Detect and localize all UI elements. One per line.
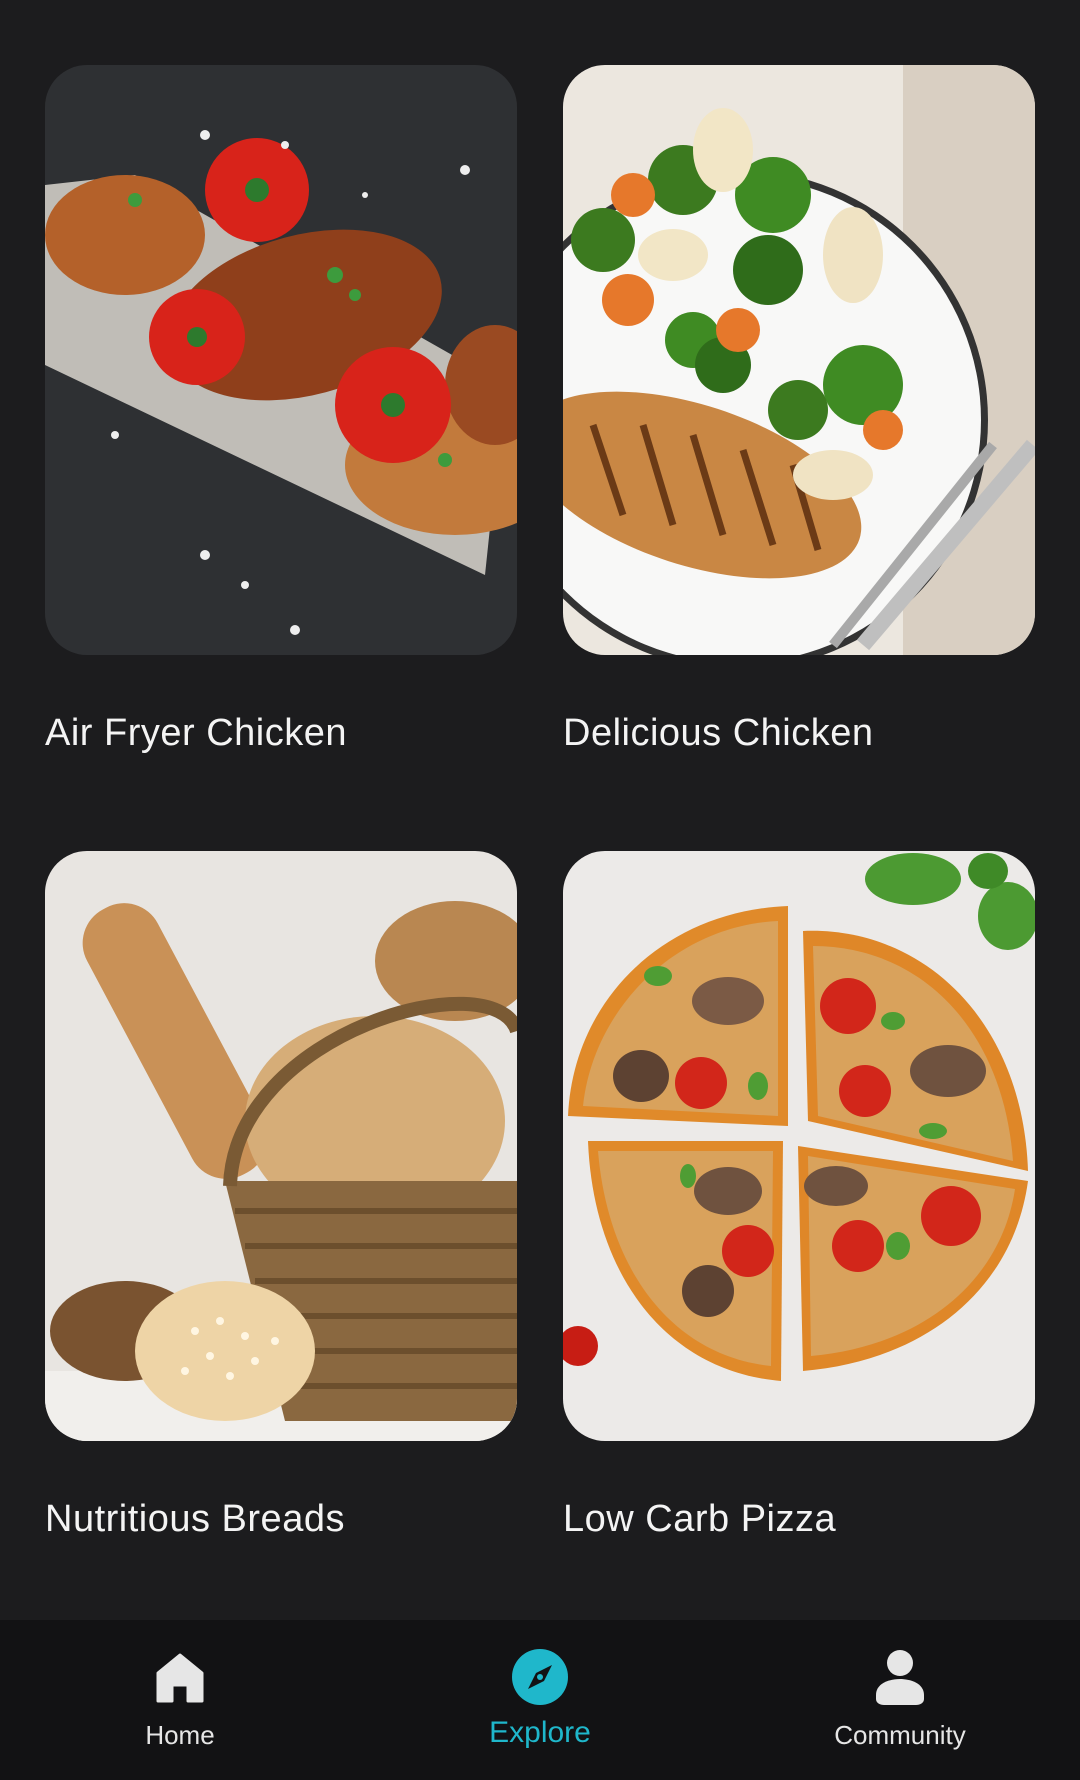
recipe-card-nutritious-breads[interactable]: Nutritious Breads <box>45 851 517 1541</box>
home-icon <box>149 1646 211 1708</box>
recipe-title: Delicious Chicken <box>563 712 874 754</box>
nav-item-community[interactable]: Community <box>720 1620 1080 1780</box>
recipe-image-delicious-chicken[interactable] <box>563 65 1035 655</box>
recipe-card-low-carb-pizza[interactable]: Low Carb Pizza <box>563 851 1035 1541</box>
nav-item-home[interactable]: Home <box>0 1620 360 1780</box>
nav-label-explore: Explore <box>489 1716 591 1749</box>
recipe-image-low-carb-pizza[interactable] <box>563 851 1035 1441</box>
person-icon <box>869 1646 931 1708</box>
compass-icon <box>509 1646 571 1708</box>
recipe-grid: Air Fryer Chicken Delicious Chicken Nutr… <box>0 0 1080 1620</box>
recipe-card-delicious-chicken[interactable]: Delicious Chicken <box>563 65 1035 755</box>
nav-label-community: Community <box>834 1720 966 1750</box>
bottom-navigation: Home Explore Community <box>0 1620 1080 1780</box>
nav-label-home: Home <box>145 1720 215 1750</box>
nav-item-explore[interactable]: Explore <box>360 1620 720 1780</box>
recipe-title: Nutritious Breads <box>45 1498 345 1540</box>
recipe-card-air-fryer-chicken[interactable]: Air Fryer Chicken <box>45 65 517 755</box>
recipe-image-air-fryer-chicken[interactable] <box>45 65 517 655</box>
recipe-image-nutritious-breads[interactable] <box>45 851 517 1441</box>
recipe-title: Air Fryer Chicken <box>45 712 347 754</box>
recipe-title: Low Carb Pizza <box>563 1498 837 1540</box>
